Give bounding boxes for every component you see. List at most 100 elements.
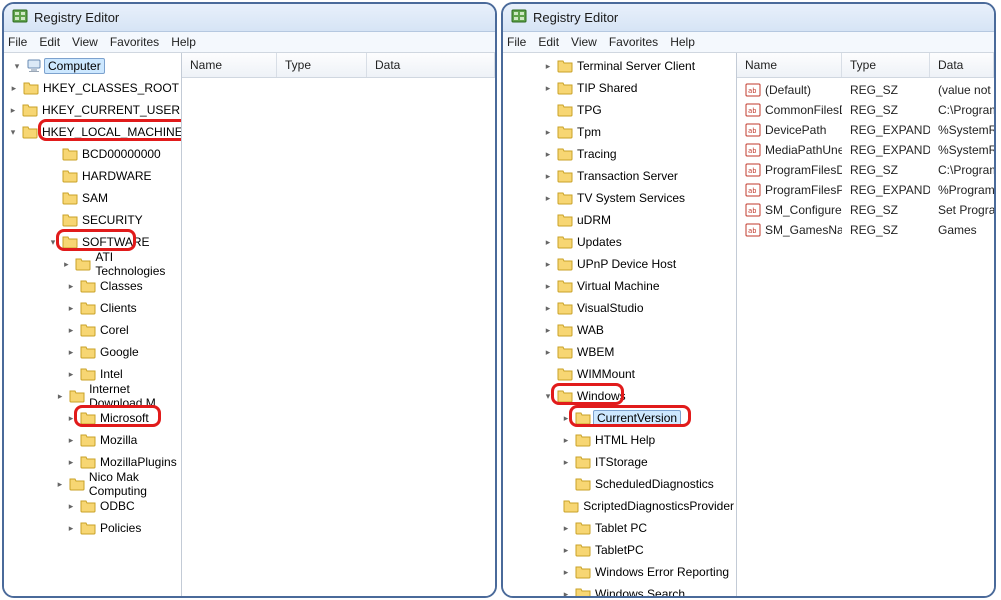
- tree-item[interactable]: ▸Terminal Server Client: [503, 55, 736, 77]
- expander-collapsed-icon[interactable]: ▸: [559, 455, 573, 469]
- expander-collapsed-icon[interactable]: ▸: [559, 521, 573, 535]
- value-row[interactable]: abSM_ConfigurePr...REG_SZSet Program Acc…: [737, 200, 994, 220]
- tree-item[interactable]: uDRM: [503, 209, 736, 231]
- values-header[interactable]: Name Type Data: [737, 53, 994, 78]
- tree-item[interactable]: SECURITY: [4, 209, 181, 231]
- expander-collapsed-icon[interactable]: ▸: [64, 301, 78, 315]
- expander-collapsed-icon[interactable]: ▸: [64, 499, 78, 513]
- value-row[interactable]: abDevicePathREG_EXPAND_SZ%SystemRoot%\in…: [737, 120, 994, 140]
- expander-expanded-icon[interactable]: ▾: [10, 59, 24, 73]
- expander-collapsed-icon[interactable]: ▸: [559, 411, 573, 425]
- tree-item[interactable]: WIMMount: [503, 363, 736, 385]
- expander-collapsed-icon[interactable]: ▸: [559, 543, 573, 557]
- tree-item[interactable]: ▸HKEY_CLASSES_ROOT: [4, 77, 181, 99]
- expander-collapsed-icon[interactable]: ▸: [541, 125, 555, 139]
- tree-item[interactable]: ▸Tablet PC: [503, 517, 736, 539]
- tree-item[interactable]: ▸Transaction Server: [503, 165, 736, 187]
- values-header[interactable]: Name Type Data: [182, 53, 495, 78]
- tree-item[interactable]: ▸Mozilla: [4, 429, 181, 451]
- expander-collapsed-icon[interactable]: ▸: [541, 257, 555, 271]
- expander-collapsed-icon[interactable]: ▸: [59, 257, 73, 271]
- value-row[interactable]: ab(Default)REG_SZ(value not set): [737, 80, 994, 100]
- value-row[interactable]: abProgramFilesDirREG_SZC:\Program Files: [737, 160, 994, 180]
- tree-item[interactable]: ▸Corel: [4, 319, 181, 341]
- expander-collapsed-icon[interactable]: ▸: [64, 323, 78, 337]
- tree-item[interactable]: ▸UPnP Device Host: [503, 253, 736, 275]
- tree-pane[interactable]: ▾Computer▸HKEY_CLASSES_ROOT▸HKEY_CURRENT…: [4, 53, 182, 596]
- tree-item[interactable]: ▸Clients: [4, 297, 181, 319]
- expander-collapsed-icon[interactable]: ▸: [559, 565, 573, 579]
- menu-help[interactable]: Help: [670, 35, 695, 49]
- tree-item[interactable]: ▸Policies: [4, 517, 181, 539]
- column-type[interactable]: Type: [842, 53, 930, 77]
- expander-expanded-icon[interactable]: ▾: [541, 389, 555, 403]
- menu-edit[interactable]: Edit: [538, 35, 559, 49]
- expander-collapsed-icon[interactable]: ▸: [53, 389, 67, 403]
- value-row[interactable]: abProgramFilesPathREG_EXPAND_SZ%ProgramF…: [737, 180, 994, 200]
- tree-item[interactable]: ScheduledDiagnostics: [503, 473, 736, 495]
- column-data[interactable]: Data: [930, 53, 994, 77]
- tree-item[interactable]: ▸VisualStudio: [503, 297, 736, 319]
- expander-collapsed-icon[interactable]: ▸: [541, 235, 555, 249]
- expander-collapsed-icon[interactable]: ▸: [541, 169, 555, 183]
- values-pane[interactable]: Name Type Data ab(Default)REG_SZ(value n…: [737, 53, 994, 596]
- menu-favorites[interactable]: Favorites: [110, 35, 159, 49]
- expander-collapsed-icon[interactable]: ▸: [64, 345, 78, 359]
- tree-item[interactable]: ▸Internet Download M: [4, 385, 181, 407]
- expander-collapsed-icon[interactable]: ▸: [64, 279, 78, 293]
- expander-collapsed-icon[interactable]: ▸: [541, 323, 555, 337]
- expander-collapsed-icon[interactable]: ▸: [559, 587, 573, 596]
- value-row[interactable]: abCommonFilesDirREG_SZC:\Program Files\C…: [737, 100, 994, 120]
- expander-collapsed-icon[interactable]: ▸: [541, 81, 555, 95]
- expander-collapsed-icon[interactable]: ▸: [53, 477, 67, 491]
- titlebar[interactable]: Registry Editor: [503, 4, 994, 32]
- expander-collapsed-icon[interactable]: ▸: [7, 81, 21, 95]
- tree-item[interactable]: ▸TV System Services: [503, 187, 736, 209]
- tree-item[interactable]: ▸ODBC: [4, 495, 181, 517]
- tree-item[interactable]: TPG: [503, 99, 736, 121]
- expander-collapsed-icon[interactable]: ▸: [64, 367, 78, 381]
- tree-item[interactable]: ▸Windows Error Reporting: [503, 561, 736, 583]
- expander-expanded-icon[interactable]: ▾: [6, 125, 20, 139]
- expander-collapsed-icon[interactable]: ▸: [64, 455, 78, 469]
- expander-collapsed-icon[interactable]: ▸: [64, 521, 78, 535]
- expander-collapsed-icon[interactable]: ▸: [64, 433, 78, 447]
- column-type[interactable]: Type: [277, 53, 367, 77]
- values-pane[interactable]: Name Type Data: [182, 53, 495, 596]
- tree-item[interactable]: ▸Google: [4, 341, 181, 363]
- tree-item[interactable]: ▸ITStorage: [503, 451, 736, 473]
- tree-item[interactable]: ▾Windows: [503, 385, 736, 407]
- tree-item[interactable]: ▸WBEM: [503, 341, 736, 363]
- tree-item[interactable]: ▸Nico Mak Computing: [4, 473, 181, 495]
- expander-collapsed-icon[interactable]: ▸: [559, 433, 573, 447]
- menu-file[interactable]: File: [8, 35, 27, 49]
- column-name[interactable]: Name: [737, 53, 842, 77]
- value-row[interactable]: abMediaPathUnex...REG_EXPAND_SZ%SystemRo…: [737, 140, 994, 160]
- menu-edit[interactable]: Edit: [39, 35, 60, 49]
- tree-item[interactable]: ▸WAB: [503, 319, 736, 341]
- tree-item[interactable]: HARDWARE: [4, 165, 181, 187]
- menu-help[interactable]: Help: [171, 35, 196, 49]
- tree-pane[interactable]: ▸Terminal Server Client▸TIP SharedTPG▸Tp…: [503, 53, 737, 596]
- tree-item[interactable]: ▸CurrentVersion: [503, 407, 736, 429]
- tree-item[interactable]: SAM: [4, 187, 181, 209]
- tree-item[interactable]: ScriptedDiagnosticsProvider: [503, 495, 736, 517]
- menu-favorites[interactable]: Favorites: [609, 35, 658, 49]
- tree-item[interactable]: BCD00000000: [4, 143, 181, 165]
- expander-collapsed-icon[interactable]: ▸: [541, 345, 555, 359]
- tree-item[interactable]: ▸Microsoft: [4, 407, 181, 429]
- expander-collapsed-icon[interactable]: ▸: [541, 191, 555, 205]
- tree-item[interactable]: ▸Updates: [503, 231, 736, 253]
- expander-expanded-icon[interactable]: ▾: [46, 235, 60, 249]
- tree-item[interactable]: ▾Computer: [4, 55, 181, 77]
- expander-collapsed-icon[interactable]: ▸: [6, 103, 20, 117]
- expander-collapsed-icon[interactable]: ▸: [541, 59, 555, 73]
- titlebar[interactable]: Registry Editor: [4, 4, 495, 32]
- expander-collapsed-icon[interactable]: ▸: [541, 279, 555, 293]
- column-name[interactable]: Name: [182, 53, 277, 77]
- menu-file[interactable]: File: [507, 35, 526, 49]
- tree-item[interactable]: ▸HTML Help: [503, 429, 736, 451]
- tree-item[interactable]: ▸TIP Shared: [503, 77, 736, 99]
- expander-collapsed-icon[interactable]: ▸: [541, 147, 555, 161]
- tree-item[interactable]: ▸Tpm: [503, 121, 736, 143]
